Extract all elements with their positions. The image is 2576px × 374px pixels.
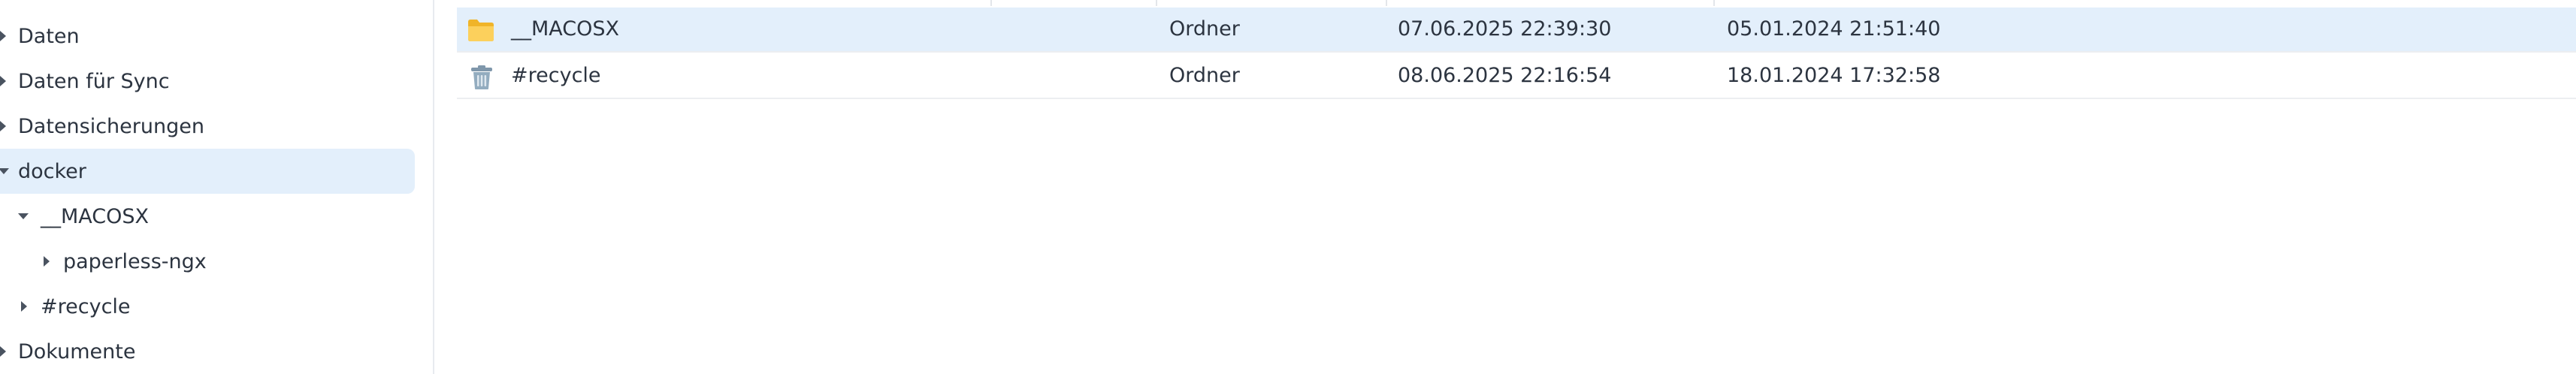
tree-item-dokumente[interactable]: Dokumente xyxy=(0,329,415,374)
tree-item-label: Daten für Sync xyxy=(18,69,170,93)
file-name: #recycle xyxy=(511,64,601,87)
tree-item-docker[interactable]: docker xyxy=(0,149,415,194)
tree-item-label: __MACOSX xyxy=(41,204,150,228)
chevron-right-icon[interactable] xyxy=(21,301,27,312)
folder-icon xyxy=(467,18,494,42)
tree-item-label: docker xyxy=(18,159,86,183)
tree-item-label: paperless-ngx xyxy=(63,249,207,273)
file-type: Ordner xyxy=(1169,64,1240,87)
file-created: 18.01.2024 17:32:58 xyxy=(1727,64,1941,87)
recycle-bin-icon xyxy=(470,65,493,89)
chevron-right-icon[interactable] xyxy=(44,256,50,267)
column-separator[interactable] xyxy=(1386,0,1387,6)
tree-item-label: Daten xyxy=(18,24,80,48)
tree-item-recycle[interactable]: #recycle xyxy=(0,284,415,329)
file-modified: 07.06.2025 22:39:30 xyxy=(1398,17,1612,41)
tree-item-datensicherungen[interactable]: Datensicherungen xyxy=(0,104,415,149)
file-name: __MACOSX xyxy=(511,17,620,41)
tree-item-label: #recycle xyxy=(41,294,131,318)
tree-item-daten[interactable]: Daten xyxy=(0,14,415,59)
chevron-right-icon[interactable] xyxy=(0,346,6,357)
chevron-right-icon[interactable] xyxy=(0,76,6,86)
tree-item-label: Dokumente xyxy=(18,339,136,363)
chevron-down-icon[interactable] xyxy=(18,213,29,219)
tree-item-daten-fuer-sync[interactable]: Daten für Sync xyxy=(0,59,415,104)
file-list: __MACOSX Ordner 07.06.2025 22:39:30 05.0… xyxy=(434,0,2576,374)
folder-tree-sidebar: Daten Daten für Sync Datensicherungen do… xyxy=(0,0,434,374)
table-row[interactable]: #recycle Ordner 08.06.2025 22:16:54 18.0… xyxy=(457,54,2576,99)
chevron-right-icon[interactable] xyxy=(0,121,6,131)
tree-item-paperless-ngx[interactable]: paperless-ngx xyxy=(0,239,415,284)
column-separator[interactable] xyxy=(1156,0,1157,6)
table-row[interactable]: __MACOSX Ordner 07.06.2025 22:39:30 05.0… xyxy=(457,8,2576,53)
column-separator[interactable] xyxy=(1713,0,1715,6)
chevron-down-icon[interactable] xyxy=(0,168,9,174)
file-modified: 08.06.2025 22:16:54 xyxy=(1398,64,1612,87)
tree-item-label: Datensicherungen xyxy=(18,114,204,138)
column-separator[interactable] xyxy=(990,0,992,6)
file-type: Ordner xyxy=(1169,17,1240,41)
chevron-right-icon[interactable] xyxy=(0,31,6,41)
tree-item-macosx[interactable]: __MACOSX xyxy=(0,194,415,239)
file-created: 05.01.2024 21:51:40 xyxy=(1727,17,1941,41)
